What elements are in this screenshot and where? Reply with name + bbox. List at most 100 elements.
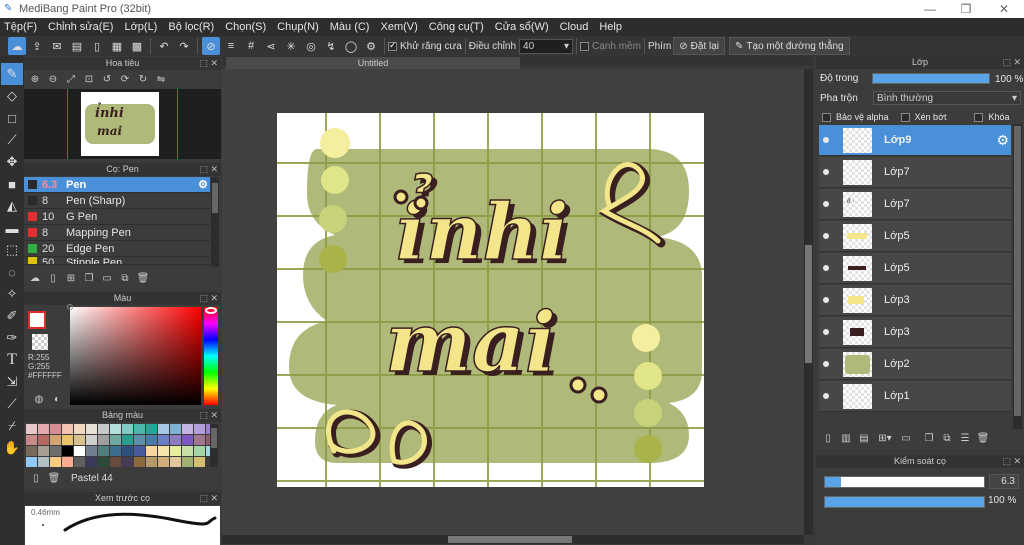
palette-swatch[interactable] <box>110 424 121 434</box>
redo-icon[interactable]: ↷ <box>175 37 193 55</box>
palette-swatch[interactable] <box>122 424 133 434</box>
layer-row[interactable]: Lớp7 <box>819 157 1011 188</box>
palette-swatch[interactable] <box>74 457 85 467</box>
magic-wand-tool-icon[interactable]: ✧ <box>1 283 23 305</box>
opacity-slider[interactable] <box>872 73 990 84</box>
text-tool-icon[interactable]: T <box>1 349 23 371</box>
protect-alpha-checkbox[interactable] <box>822 112 831 122</box>
palette-swatch[interactable] <box>110 435 121 445</box>
antialias-checkbox[interactable] <box>388 40 397 51</box>
panel-controls-icon[interactable]: ⬚ ✕ <box>199 57 218 70</box>
secondary-color-swatch[interactable] <box>32 334 48 350</box>
menu-help[interactable]: Help <box>595 21 629 33</box>
panel-controls-icon[interactable]: ⬚ ✕ <box>1002 455 1021 468</box>
navigator-view[interactable]: ỉnhi mai <box>24 89 221 159</box>
trash-icon[interactable]: 🗑 <box>135 270 151 286</box>
document-tab[interactable]: Untitled <box>226 57 520 69</box>
palette-swatch[interactable] <box>158 424 169 434</box>
palette-swatch[interactable] <box>170 435 181 445</box>
new-8bit-layer-icon[interactable]: ▤ <box>856 430 872 446</box>
menu-snap[interactable]: Chụp(N) <box>273 21 326 33</box>
palette-swatch[interactable] <box>158 446 169 456</box>
hue-handle[interactable] <box>205 307 217 314</box>
panel-controls-icon[interactable]: ⬚ ✕ <box>1002 56 1021 69</box>
actual-size-icon[interactable]: ⊡ <box>81 71 97 87</box>
snap-settings-icon[interactable]: ⚙ <box>362 37 380 55</box>
palette-swatch[interactable] <box>194 435 205 445</box>
layer-scrollbar[interactable] <box>1013 124 1022 429</box>
palette-swatch[interactable] <box>38 435 49 445</box>
palette-swatch[interactable] <box>26 446 37 456</box>
copy-icon[interactable]: ⧉ <box>117 270 133 286</box>
snap-radial-icon[interactable]: ✳ <box>282 37 300 55</box>
new-brush-icon[interactable]: ▯ <box>45 270 61 286</box>
palette-swatch[interactable] <box>158 435 169 445</box>
brush-item[interactable]: 50 Stipple Pen <box>24 257 210 265</box>
palette-swatch[interactable] <box>170 424 181 434</box>
eyedropper-tool-icon[interactable]: ⌿ <box>1 415 23 437</box>
palette-swatch[interactable] <box>62 457 73 467</box>
new-layer-icon[interactable]: ▯ <box>820 430 836 446</box>
palette-swatch[interactable] <box>74 424 85 434</box>
palette-swatch[interactable] <box>134 424 145 434</box>
zoom-out-icon[interactable]: ⊖ <box>45 71 61 87</box>
gear-icon[interactable]: ⚙ <box>996 132 1009 149</box>
trash-icon[interactable]: 🗑 <box>975 430 991 446</box>
canvas-horizontal-scrollbar[interactable] <box>222 535 804 544</box>
palette-swatch[interactable] <box>110 446 121 456</box>
page-icon[interactable]: ▯ <box>88 37 106 55</box>
visibility-icon[interactable] <box>823 201 829 207</box>
visibility-icon[interactable] <box>823 233 829 239</box>
duplicate-brush-icon[interactable]: ❐ <box>81 270 97 286</box>
palette-swatch[interactable] <box>146 435 157 445</box>
visibility-icon[interactable] <box>823 265 829 271</box>
palette-swatch[interactable] <box>110 457 121 467</box>
flip-icon[interactable]: ⇋ <box>153 71 169 87</box>
palette-swatch[interactable] <box>98 457 109 467</box>
palette-swatch[interactable] <box>74 446 85 456</box>
scroll-thumb[interactable] <box>805 245 812 363</box>
snap-perspective-icon[interactable]: ⋖ <box>262 37 280 55</box>
gear-icon[interactable]: ⚙ <box>198 178 208 191</box>
lock-checkbox[interactable] <box>974 112 984 122</box>
snap-curve-icon[interactable]: ↯ <box>322 37 340 55</box>
panel-controls-icon[interactable]: ⬚ ✕ <box>199 163 218 176</box>
palette-swatch[interactable] <box>74 435 85 445</box>
brush-size-slider[interactable] <box>824 476 985 488</box>
hand-tool-icon[interactable]: ✋ <box>1 437 23 459</box>
palette-swatch[interactable] <box>98 446 109 456</box>
brush-item[interactable]: 10 G Pen <box>24 209 210 225</box>
cloud-brush-icon[interactable]: ☁ <box>27 270 43 286</box>
layer-row[interactable]: Lớp3 <box>819 317 1011 348</box>
snap-concentric-icon[interactable]: ◎ <box>302 37 320 55</box>
operation-tool-icon[interactable]: ⇲ <box>1 371 23 393</box>
select-rect-tool-icon[interactable]: ⬚ <box>1 239 23 261</box>
cloud-icon[interactable]: ☁ <box>8 37 26 55</box>
scroll-thumb[interactable] <box>211 428 217 448</box>
select-pen-tool-icon[interactable]: ✐ <box>1 305 23 327</box>
eraser-tool-icon[interactable]: ◇ <box>1 85 23 107</box>
palette-swatch[interactable] <box>62 424 73 434</box>
palette-swatch[interactable] <box>26 424 37 434</box>
visibility-icon[interactable] <box>823 329 829 335</box>
brush-item[interactable]: 20 Edge Pen <box>24 241 210 257</box>
rectangle-tool-icon[interactable]: □ <box>1 107 23 129</box>
menu-window[interactable]: Cửa sổ(W) <box>491 21 556 33</box>
layer-row[interactable]: Lớp9 ⚙ <box>819 125 1011 156</box>
rotate-right-icon[interactable]: ↻ <box>135 71 151 87</box>
layer-row[interactable]: Lớp5 <box>819 253 1011 284</box>
create-line-button[interactable]: ✎ Tạo một đường thẳng <box>729 37 850 55</box>
layer-settings-icon[interactable]: ☰ <box>957 430 973 446</box>
palette-swatch[interactable] <box>182 457 193 467</box>
menu-color[interactable]: Màu (C) <box>326 21 377 33</box>
palette-swatch[interactable] <box>98 424 109 434</box>
palette-swatch[interactable] <box>38 457 49 467</box>
layer-row[interactable]: Lớp5 <box>819 221 1011 252</box>
grid-layout-icon[interactable]: ▩ <box>128 37 146 55</box>
menu-filter[interactable]: Bộ lọc(R) <box>164 21 221 33</box>
canvas-vertical-scrollbar[interactable] <box>804 69 813 535</box>
palette-swatch[interactable] <box>122 457 133 467</box>
clipping-checkbox[interactable] <box>900 112 910 122</box>
layer-row[interactable]: Lớp3 <box>819 285 1011 316</box>
palette-swatch[interactable] <box>122 446 133 456</box>
